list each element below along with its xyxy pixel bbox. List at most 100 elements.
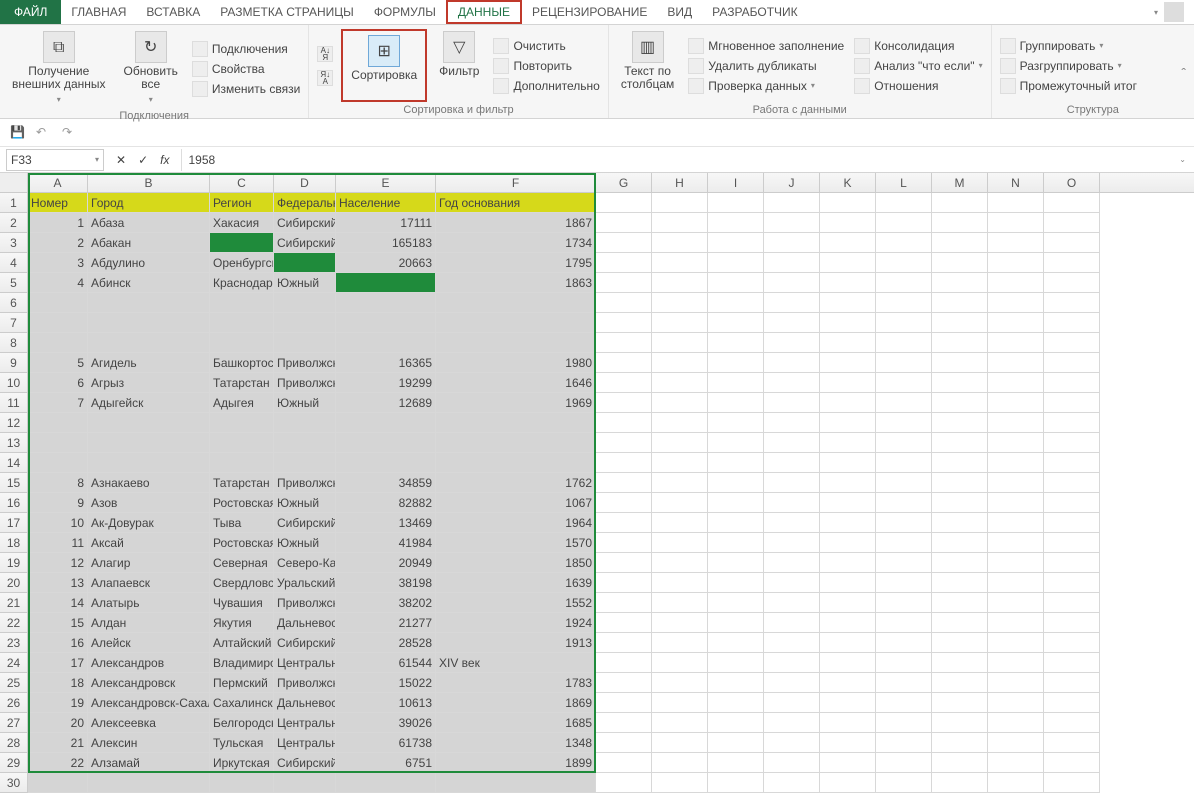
cell[interactable]: [820, 593, 876, 613]
cell[interactable]: Алексин: [88, 733, 210, 753]
cell[interactable]: [652, 473, 708, 493]
cell[interactable]: [708, 553, 764, 573]
cell[interactable]: Приволжский: [274, 593, 336, 613]
tab-view[interactable]: ВИД: [657, 0, 702, 24]
row-header[interactable]: 12: [0, 413, 28, 433]
cell[interactable]: [652, 633, 708, 653]
cell[interactable]: [820, 333, 876, 353]
cell[interactable]: [210, 453, 274, 473]
cell[interactable]: [764, 573, 820, 593]
cell[interactable]: [932, 193, 988, 213]
cell[interactable]: [932, 293, 988, 313]
cell[interactable]: Абдулино: [88, 253, 210, 273]
cell[interactable]: [652, 293, 708, 313]
cell[interactable]: [988, 233, 1044, 253]
cell[interactable]: Владимирская: [210, 653, 274, 673]
cell[interactable]: [1044, 313, 1100, 333]
cell[interactable]: 1964: [436, 513, 596, 533]
cell[interactable]: [764, 193, 820, 213]
cell[interactable]: [820, 513, 876, 533]
cell[interactable]: [876, 533, 932, 553]
cell[interactable]: 21277: [336, 613, 436, 633]
cell[interactable]: [988, 473, 1044, 493]
cell[interactable]: Центральный: [274, 653, 336, 673]
row-header[interactable]: 20: [0, 573, 28, 593]
cell[interactable]: 1869: [436, 693, 596, 713]
cell[interactable]: Агрыз: [88, 373, 210, 393]
cell[interactable]: Алтайский: [210, 633, 274, 653]
cell[interactable]: [932, 493, 988, 513]
cell[interactable]: [210, 313, 274, 333]
cell[interactable]: Адыгея: [210, 393, 274, 413]
cell[interactable]: [596, 733, 652, 753]
cell[interactable]: [1044, 533, 1100, 553]
cell[interactable]: [988, 533, 1044, 553]
tab-page-layout[interactable]: РАЗМЕТКА СТРАНИЦЫ: [210, 0, 364, 24]
cell[interactable]: [274, 413, 336, 433]
cell[interactable]: [1044, 413, 1100, 433]
cell[interactable]: 15022: [336, 673, 436, 693]
cell[interactable]: 2: [28, 233, 88, 253]
cell[interactable]: Оренбургская область: [210, 253, 274, 273]
cell[interactable]: [1044, 573, 1100, 593]
cell[interactable]: [820, 453, 876, 473]
cell[interactable]: [764, 733, 820, 753]
cell[interactable]: [988, 453, 1044, 473]
cell[interactable]: [708, 753, 764, 773]
cell[interactable]: [708, 673, 764, 693]
cell[interactable]: [988, 693, 1044, 713]
cell[interactable]: [988, 633, 1044, 653]
cell[interactable]: [596, 413, 652, 433]
row-header[interactable]: 6: [0, 293, 28, 313]
refresh-all-button[interactable]: ↻ Обновить все▾: [118, 29, 184, 108]
cell[interactable]: Южный: [274, 273, 336, 293]
cell[interactable]: [988, 673, 1044, 693]
cell[interactable]: [764, 433, 820, 453]
cell[interactable]: Татарстан: [210, 473, 274, 493]
cell[interactable]: [28, 293, 88, 313]
cell[interactable]: [596, 433, 652, 453]
cell[interactable]: Сибирский: [274, 633, 336, 653]
cell[interactable]: [1044, 213, 1100, 233]
cell[interactable]: Приволжский: [274, 673, 336, 693]
row-header[interactable]: 5: [0, 273, 28, 293]
cell[interactable]: [708, 453, 764, 473]
cell[interactable]: 10613: [336, 693, 436, 713]
cell[interactable]: 1552: [436, 593, 596, 613]
cell[interactable]: Татарстан: [210, 373, 274, 393]
cell[interactable]: [436, 333, 596, 353]
cell[interactable]: 1762: [436, 473, 596, 493]
cell[interactable]: Аксай: [88, 533, 210, 553]
redo-icon[interactable]: ↷: [62, 125, 78, 141]
cell[interactable]: Регион: [210, 193, 274, 213]
cell[interactable]: [708, 593, 764, 613]
cell[interactable]: 13: [28, 573, 88, 593]
cell[interactable]: [596, 253, 652, 273]
cell[interactable]: 1783: [436, 673, 596, 693]
cell[interactable]: [1044, 673, 1100, 693]
cell[interactable]: [820, 653, 876, 673]
cell[interactable]: Александровск: [88, 673, 210, 693]
cell[interactable]: [764, 413, 820, 433]
cell[interactable]: [652, 653, 708, 673]
cell[interactable]: Чувашия: [210, 593, 274, 613]
cell[interactable]: 13469: [336, 513, 436, 533]
cell[interactable]: 82882: [336, 493, 436, 513]
cell[interactable]: [764, 453, 820, 473]
cell[interactable]: [932, 253, 988, 273]
cell[interactable]: [932, 733, 988, 753]
cell[interactable]: [876, 453, 932, 473]
cell[interactable]: [988, 553, 1044, 573]
cell[interactable]: [876, 513, 932, 533]
cell[interactable]: [876, 333, 932, 353]
cell[interactable]: [596, 533, 652, 553]
cell[interactable]: [28, 413, 88, 433]
cell[interactable]: [876, 753, 932, 773]
cell[interactable]: [88, 413, 210, 433]
cell[interactable]: [932, 593, 988, 613]
cell[interactable]: [708, 393, 764, 413]
cell[interactable]: Пермский: [210, 673, 274, 693]
cell[interactable]: 1969: [436, 393, 596, 413]
cell[interactable]: 8: [28, 473, 88, 493]
get-external-data-button[interactable]: ⧉ Получение внешних данных▾: [6, 29, 112, 108]
